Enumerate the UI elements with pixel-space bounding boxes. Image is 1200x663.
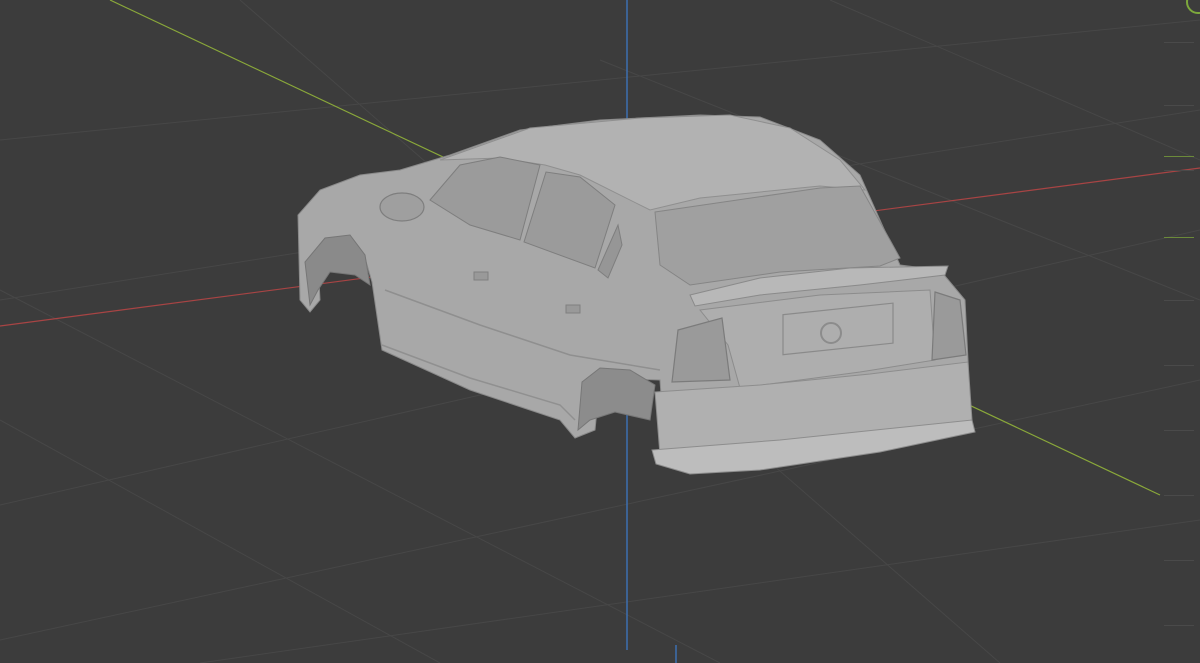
ruler-tick [1164, 156, 1194, 157]
side-mirror [379, 192, 425, 222]
ruler-tick [1164, 625, 1194, 626]
3d-viewport[interactable] [0, 0, 1200, 663]
ruler-tick [1164, 105, 1194, 106]
viewport-side-ruler [1148, 0, 1200, 663]
front-door-handle [473, 271, 489, 281]
ruler-tick [1164, 560, 1194, 561]
ruler-tick [1164, 495, 1194, 496]
ruler-tick [1164, 237, 1194, 238]
ruler-tick [1164, 42, 1194, 43]
viewport-canvas[interactable] [0, 0, 1200, 663]
ruler-tick [1164, 170, 1194, 171]
rear-door-handle [565, 304, 581, 314]
ruler-tick [1164, 365, 1194, 366]
ruler-tick [1164, 430, 1194, 431]
ruler-tick [1164, 300, 1194, 301]
